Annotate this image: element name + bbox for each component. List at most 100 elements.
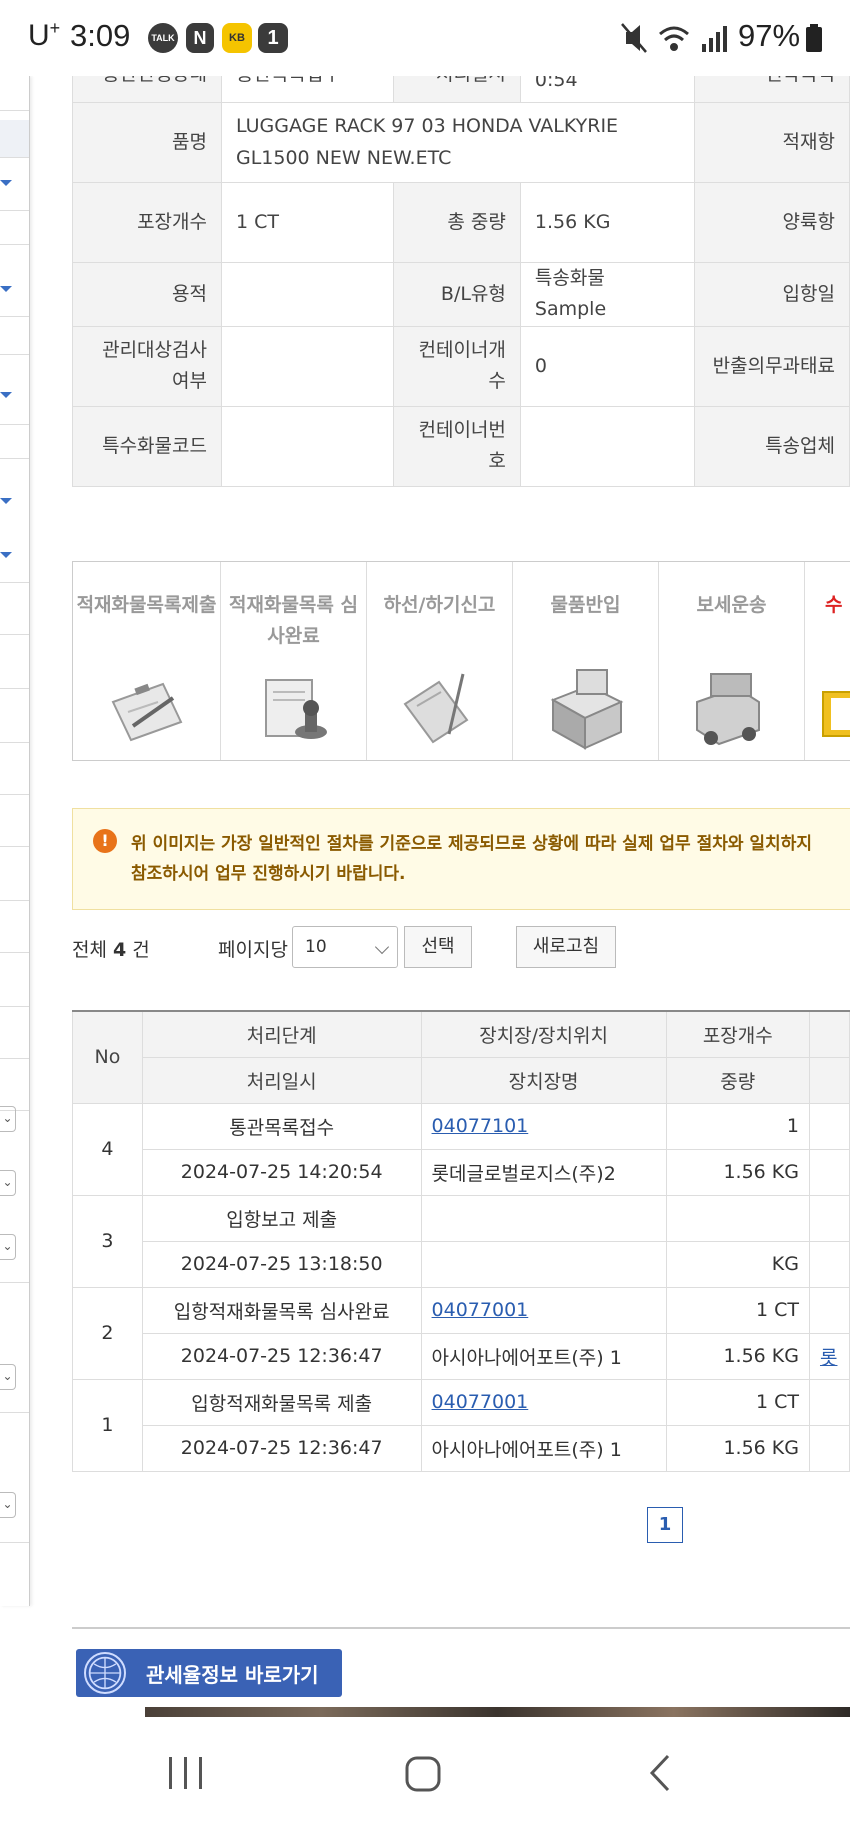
row-packages: 1 [665,1102,810,1150]
info-header: 컨테이너개수 [393,325,521,407]
sidebar-divider [0,582,29,583]
naver-notification-icon: N [186,23,214,53]
location-code-link[interactable]: 04077101 [432,1115,529,1137]
info-value [220,262,395,327]
row-extra [808,1194,850,1242]
process-step: 수 [805,562,850,760]
info-header: 특수화물코드 [72,405,222,487]
row-location-cell: 04077101 [420,1102,667,1150]
sidebar-dropdown-arrow[interactable] [0,552,12,558]
location-code-link[interactable]: 04077001 [432,1299,529,1321]
row-location-cell: 04077001 [420,1378,667,1426]
row-extra [808,1240,850,1288]
table-row: 2024-07-25 12:36:47 아시아나에어포트(주) 1 1.56 K… [73,1424,850,1472]
info-header: 컨테이너번호 [393,405,521,487]
row-location-name: 아시아나에어포트(주) 1 [420,1332,667,1380]
pagination-current-page[interactable]: 1 [647,1507,683,1543]
select-button[interactable]: 선택 [404,926,472,968]
home-icon[interactable] [404,1755,442,1793]
row-no: 4 [72,1102,143,1196]
table-row: 4 통관목록접수 04077101 1 [72,1102,850,1196]
header-packages: 포장개수 [665,1010,810,1058]
process-step-label: 수 [825,594,843,616]
signal-icon [702,26,727,52]
per-page-label: 페이지당 [218,939,288,961]
info-header: 양륙항 [694,182,850,263]
info-row: 특수화물코드 컨테이너번호 특송업체 [72,405,850,487]
header-location-name: 장치장명 [420,1056,667,1104]
battery-percentage: 97% [738,18,801,53]
carrier-label: U+ [28,18,60,53]
process-step-label: 하선/하기신고 [383,594,496,616]
row-stage: 입항보고 제출 [141,1194,422,1242]
recent-apps-icon[interactable] [166,1755,206,1791]
sidebar-dropdown-arrow[interactable] [0,498,12,504]
total-prefix: 전체 [72,939,107,961]
table-row: 2024-07-25 14:20:54 롯데글로벌로지스(주)2 1.56 KG [73,1148,850,1196]
sidebar-divider [0,952,29,953]
notice-line: 위 이미지는 가장 일반적인 절차를 기준으로 제공되므로 상황에 따라 실제 … [131,834,812,854]
carrier-plus: + [49,18,61,38]
document-stamp-icon [265,679,327,739]
extra-link[interactable]: 롯 [820,1347,837,1369]
sidebar-divider [0,1058,29,1059]
sidebar-divider [0,1282,29,1283]
sidebar-select-chevron-icon[interactable]: ⌄ [0,1492,16,1518]
row-datetime: 2024-07-25 14:20:54 [141,1148,422,1196]
sidebar-divider [0,688,29,689]
row-stage: 통관목록접수 [141,1102,422,1150]
location-code-link[interactable]: 04077001 [432,1391,529,1413]
header-datetime: 처리일시 [141,1056,422,1104]
row-extra [808,1102,850,1150]
sidebar-divider [0,1542,29,1543]
sidebar-select-chevron-icon[interactable]: ⌄ [0,1234,16,1260]
total-count: 전체 4 건 [72,935,150,962]
row-location-cell: 04077001 [420,1286,667,1334]
row-packages: 1 CT [665,1378,810,1426]
sidebar-item-active[interactable] [0,120,29,158]
sidebar-select-chevron-icon[interactable]: ⌄ [0,1364,16,1390]
row-datetime: 2024-07-25 12:36:47 [141,1424,422,1472]
row-stage: 입항적재화물목록 심사완료 [141,1286,422,1334]
process-step-label: 보세운송 [696,594,767,616]
info-row: 품명 LUGGAGE RACK 97 03 HONDA VALKYRIE GL1… [72,102,850,183]
processing-history-table: No 처리단계 장치장/장치위치 포장개수 처리일시 장치장명 중량 4 통관목… [72,1010,850,1472]
sidebar-select-chevron-icon[interactable]: ⌄ [0,1170,16,1196]
carrier-text: U [28,19,50,52]
info-value: 특송화물 Sample [519,262,696,327]
notice-text: 위 이미지는 가장 일반적인 절차를 기준으로 제공되므로 상황에 따라 실제 … [131,829,850,889]
wifi-icon [659,26,689,51]
sidebar-dropdown-arrow[interactable] [0,286,12,292]
info-header: 용적 [72,262,222,327]
process-step-label: 물품반입 [550,594,621,616]
table-row: 2024-07-25 12:36:47 아시아나에어포트(주) 1 1.56 K… [73,1332,850,1380]
per-page-select[interactable]: 10 [292,926,398,968]
info-row: 포장개수 1 CT 총 중량 1.56 KG 양륙항 [72,182,850,263]
row-datetime: 2024-07-25 13:18:50 [141,1240,422,1288]
row-weight: 1.56 KG [665,1332,810,1380]
row-weight: KG [665,1240,810,1288]
tariff-info-banner[interactable]: 관세율정보 바로가기 [76,1649,342,1697]
row-extra [808,1286,850,1334]
info-value [220,405,395,487]
warning-icon: ! [93,829,117,853]
sidebar-divider [0,354,29,355]
sidebar-divider [0,1412,29,1413]
item-name-value: LUGGAGE RACK 97 03 HONDA VALKYRIE GL1500… [220,102,696,183]
sidebar-select-chevron-icon[interactable]: ⌄ [0,1106,16,1132]
row-location-cell [420,1194,667,1242]
mute-icon [621,23,647,53]
info-header: 품명 [72,102,222,183]
back-icon[interactable] [646,1753,674,1793]
table-row: 1 입항적재화물목록 제출 04077001 1 CT [72,1378,850,1472]
header-weight: 중량 [665,1056,810,1104]
truck-icon [696,673,760,746]
row-no: 2 [72,1286,143,1380]
refresh-button[interactable]: 새로고침 [516,926,616,968]
info-header: 적재항 [694,102,850,183]
sidebar-dropdown-arrow[interactable] [0,392,12,398]
info-header: 입항일 [694,262,850,327]
notice-line: 참조하시어 업무 진행하시기 바랍니다. [131,864,406,884]
info-value: 1 CT [220,182,395,263]
sidebar-dropdown-arrow[interactable] [0,180,12,186]
